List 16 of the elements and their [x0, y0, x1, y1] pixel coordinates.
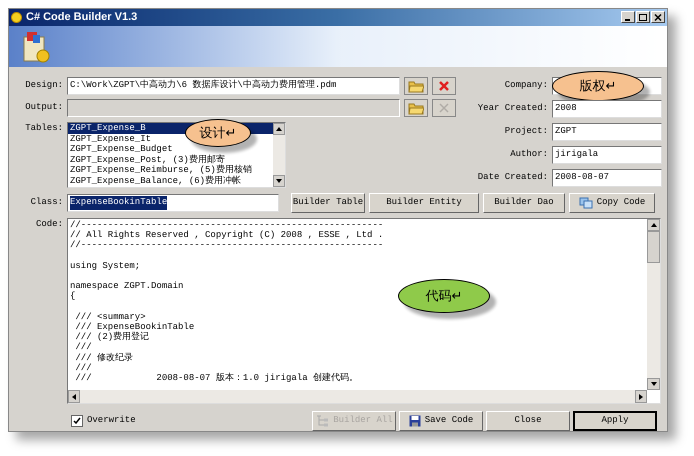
field-label: Company:	[504, 79, 548, 92]
annotation-tooltip: 版权↵	[552, 71, 644, 101]
field-label: Author:	[509, 148, 548, 162]
field-label: Output:	[24, 101, 63, 114]
field-label: Year Created:	[476, 102, 548, 116]
checkbox-label: Overwrite	[87, 414, 136, 428]
field-label: Class:	[30, 196, 63, 210]
window-title: C# Code Builder V1.3	[26, 10, 138, 26]
field-label: Code:	[34, 218, 63, 231]
field-label: Project:	[504, 125, 548, 138]
annotation-tooltip: 代码↵	[398, 279, 490, 313]
field-label: Tables:	[24, 122, 63, 135]
field-label: Date Created:	[476, 171, 548, 184]
selected-text: ExpenseBookinTable	[70, 196, 168, 210]
code-text: //-------------------------------------------------------- // All Rights Reserved , Copyright (C) 2008 , ESSE , Ltd . //-------------------------------------------------------- using System; namespace ZGPT.Domain { /// <summary> /// ExpenseBookinTable /// (2)费用登记 /// /// 修改纪录 /// /// 2008-08-07 版本：1.0 jirigala 创建代码。	[69, 219, 384, 384]
field-label: Design:	[24, 79, 63, 92]
